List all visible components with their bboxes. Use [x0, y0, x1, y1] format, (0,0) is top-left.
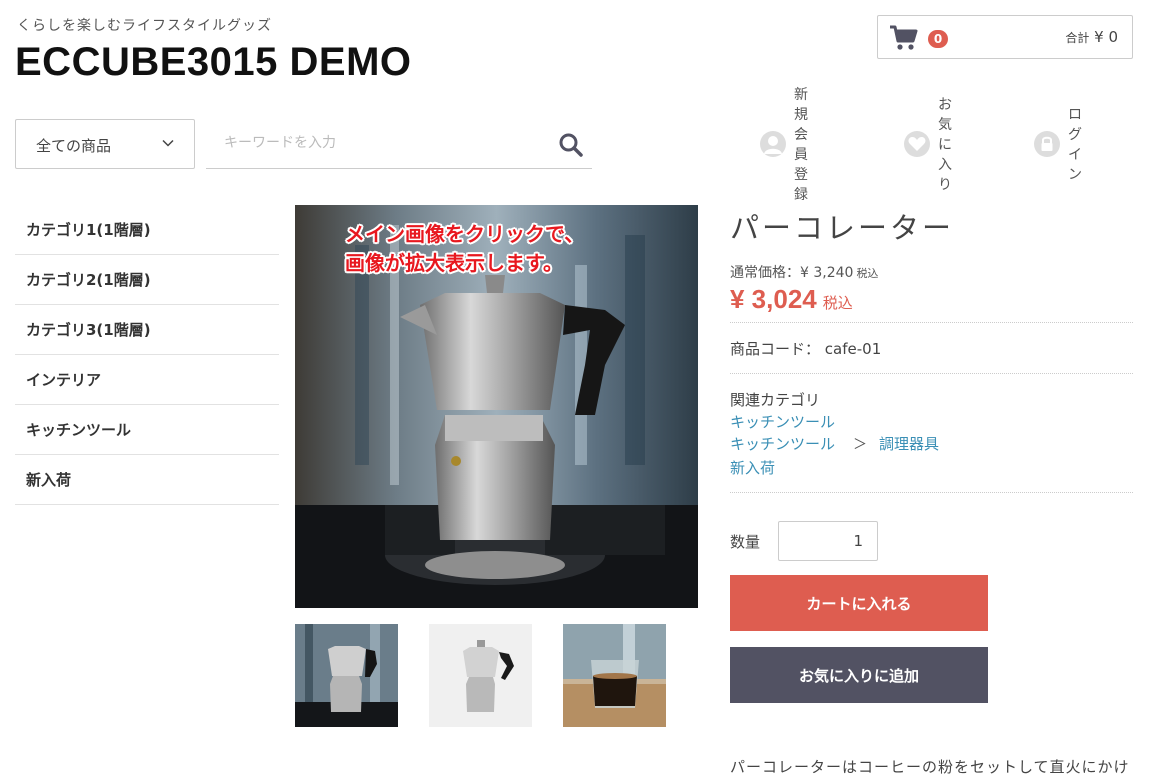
thumbnail-1[interactable]	[295, 624, 398, 727]
breadcrumb-separator: ＞	[853, 437, 867, 453]
quantity-input[interactable]	[778, 521, 878, 561]
product-code-value: cafe-01	[824, 340, 882, 358]
heart-icon	[904, 131, 930, 157]
thumbnail-2[interactable]	[429, 624, 532, 727]
add-to-cart-button[interactable]: カートに入れる	[730, 575, 988, 631]
related-link-cookware[interactable]: 調理器具	[879, 433, 939, 454]
lock-icon	[1034, 131, 1060, 157]
regular-price: 通常価格：¥ 3,240 税込	[730, 262, 878, 282]
related-link-kitchen-tools-parent[interactable]: キッチンツール	[730, 433, 835, 454]
divider	[730, 322, 1133, 323]
quantity-label: 数量	[730, 533, 761, 551]
product-code: 商品コード： cafe-01	[730, 338, 881, 359]
thumbnail-image	[563, 624, 666, 727]
shop-title[interactable]: ECCUBE3015 DEMO	[15, 40, 412, 85]
divider	[730, 492, 1133, 493]
shop-tagline: くらしを楽しむライフスタイルグッズ	[17, 18, 272, 34]
related-link-kitchen-tools[interactable]: キッチンツール	[730, 411, 835, 432]
search-icon[interactable]	[558, 132, 584, 158]
sale-price-tax: 税込	[822, 294, 853, 312]
divider	[730, 373, 1133, 374]
cart-total: 合計 ¥ 0	[1065, 28, 1118, 46]
user-icon	[760, 131, 786, 157]
regular-price-value: ¥ 3,240	[800, 265, 854, 281]
sidebar-item-kitchen-tools[interactable]: キッチンツール	[15, 405, 279, 455]
signup-link-label: 新規会員登録	[794, 87, 808, 203]
sidebar-item-interior[interactable]: インテリア	[15, 355, 279, 405]
search-input[interactable]	[206, 119, 536, 167]
signup-link[interactable]: 新規会員登録	[760, 87, 808, 203]
zoom-hint-line1: メイン画像をクリックで、	[345, 222, 585, 246]
favorites-link-label: お気に入り	[938, 97, 952, 193]
category-sidebar: カテゴリ1(1階層) カテゴリ2(1階層) カテゴリ3(1階層) インテリア キ…	[15, 205, 279, 505]
sidebar-item-category2[interactable]: カテゴリ2(1階層)	[15, 255, 279, 305]
sale-price-value: ¥ 3,024	[730, 284, 817, 314]
sidebar-item-label: 新入荷	[26, 471, 72, 489]
login-link-label: ログイン	[1068, 107, 1082, 183]
sidebar-item-new-arrivals[interactable]: 新入荷	[15, 455, 279, 505]
related-categories-title: 関連カテゴリ	[730, 391, 821, 409]
thumbnail-image	[295, 624, 398, 727]
sidebar-item-category1[interactable]: カテゴリ1(1階層)	[15, 205, 279, 255]
product-description: パーコレーターはコーヒーの粉をセットして直火にかけ	[730, 758, 1130, 776]
zoom-hint-line2: 画像が拡大表示します。	[345, 251, 563, 275]
regular-price-label: 通常価格：	[730, 265, 800, 281]
related-link-new-arrivals[interactable]: 新入荷	[730, 457, 775, 478]
category-select[interactable]: 全ての商品	[15, 119, 195, 169]
main-product-image[interactable]: メイン画像をクリックで、 画像が拡大表示します。	[295, 205, 698, 608]
sidebar-item-label: カテゴリ3(1階層)	[26, 321, 151, 339]
product-code-label: 商品コード：	[730, 340, 821, 358]
sidebar-item-category3[interactable]: カテゴリ3(1階層)	[15, 305, 279, 355]
cart-total-value: ¥ 0	[1094, 28, 1118, 46]
sale-price: ¥ 3,024 税込	[730, 284, 853, 315]
sidebar-item-label: カテゴリ1(1階層)	[26, 221, 151, 239]
zoom-hint-text: メイン画像をクリックで、 画像が拡大表示します。	[345, 220, 584, 278]
cart-count-badge: 0	[928, 30, 948, 48]
sidebar-item-label: インテリア	[26, 371, 102, 389]
category-select-value: 全ての商品	[36, 137, 112, 155]
thumbnail-3[interactable]	[563, 624, 666, 727]
search-bar	[206, 119, 592, 169]
product-name: パーコレーター	[730, 211, 955, 245]
thumbnail-image	[429, 624, 532, 727]
favorites-link[interactable]: お気に入り	[904, 97, 952, 193]
chevron-down-icon	[162, 139, 174, 147]
cart-summary[interactable]: 0 合計 ¥ 0	[877, 15, 1133, 59]
sidebar-item-label: カテゴリ2(1階層)	[26, 271, 151, 289]
cart-icon	[890, 25, 918, 50]
regular-price-tax: 税込	[856, 267, 879, 280]
sidebar-item-label: キッチンツール	[26, 421, 132, 439]
cart-total-label: 合計	[1065, 31, 1090, 45]
login-link[interactable]: ログイン	[1034, 107, 1082, 183]
add-to-favorites-button[interactable]: お気に入りに追加	[730, 647, 988, 703]
